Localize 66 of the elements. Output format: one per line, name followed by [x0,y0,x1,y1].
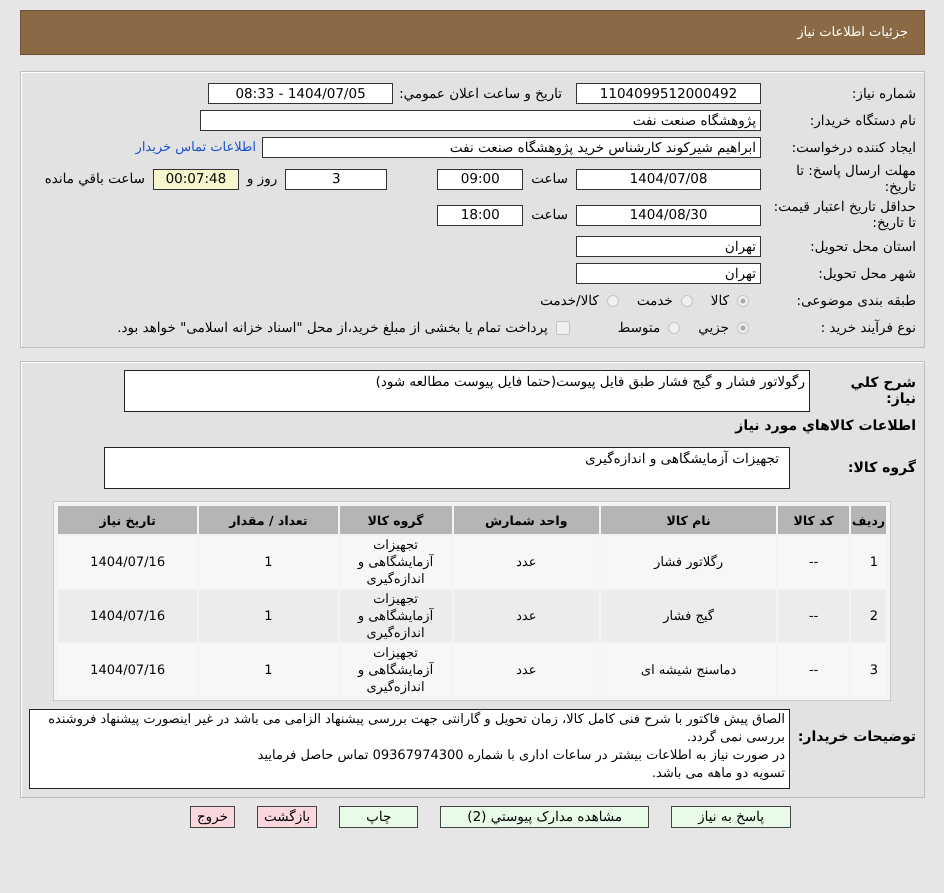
table-cell: گیج فشار [600,590,776,642]
action-button[interactable]: مشاهده مدارک پیوستي (2) [440,806,650,828]
table-cell: -- [778,590,849,642]
contact-link[interactable]: اطلاعات تماس خريدار [136,140,256,155]
action-button[interactable]: چاپ [339,806,418,828]
column-header: گروه کالا [340,506,452,534]
option-label: جزيي [698,320,729,336]
action-button[interactable]: پاسخ به نیاز [671,806,792,828]
table-cell: عدد [454,590,599,642]
field-label: ساعت [531,171,568,187]
column-header: تاریخ نیاز [58,506,198,534]
text-field[interactable]: تهران [576,236,761,257]
column-header: کد کالا [778,506,849,534]
radio-button[interactable] [737,294,749,306]
table-cell: تجهیزات آزمایشگاهی و اندازه‌گیری [340,590,452,642]
field-label: شهر محل تحویل: [817,266,916,282]
time-field[interactable]: 09:00 [437,168,524,190]
field-label: طبقه بندی موضوعی: [796,292,916,308]
radio-button[interactable] [606,294,619,306]
column-header: تعداد / مقدار [199,506,338,534]
field-label: مهلت ارسال پاسخ: تا تاریخ: [795,163,916,195]
field-label: شرح کلي نياز: [850,375,916,407]
field-label: حداقل تاریخ اعتبار قیمت: تا تاریخ: [772,199,916,231]
radio-button[interactable] [680,294,693,306]
option-label: كالا/خدمت [540,292,599,308]
text-field[interactable]: پژوهشگاه صنعت نفت [200,110,761,131]
date-field[interactable]: 1404/07/08 [576,168,761,190]
text-area[interactable]: تجهیزات آزمایشگاهی و اندازه‌گیری [104,447,790,489]
field-label: نوع فرآیند خرید : [820,320,916,336]
action-button[interactable]: خروج [190,806,235,828]
field-label: تاریخ و ساعت اعلان عمومي: [399,86,562,102]
option-label: پرداخت تمام یا بخشی از مبلغ خرید،از محل "اسناد خزانه اسلامی" خواهد بود. [117,320,548,336]
table-cell: 1 [199,590,338,642]
field-label: نام دستگاه خریدار: [808,112,916,128]
text-area[interactable]: الصاق پیش فاکتور با شرح فنی کامل کالا، زمان تحویل و گارانتی جهت بررسی پیشنهاد الزامی می باشد در غیر اینصورت پیشنهاد فروشنده بررسی نمی گردد. در صورت نیاز به اطلاعات بیشتر در ساعات اداری با شماره 09367974300 تماس حاصل فرمایید تسویه دو ماهه می باشد. [29,709,790,789]
countdown-field: 00:07:48 [152,168,239,190]
field-label: شماره نیاز: [850,86,916,102]
table-cell: 2 [851,590,886,642]
text-field[interactable]: 1104099512000492 [576,83,761,104]
time-field[interactable]: 18:00 [437,204,524,226]
field-label: ساعت [531,207,568,223]
option-label: متوسط [618,320,660,336]
checkbox[interactable] [556,320,570,334]
table-cell: 1404/07/16 [58,590,198,642]
column-header: واحد شمارش [454,506,599,534]
date-field[interactable]: 1404/08/30 [576,204,761,226]
field-label: ایجاد کننده درخواست: [790,140,916,156]
days-field: 3 [285,168,388,190]
page-title: جزئیات اطلاعات نیاز [797,25,908,40]
field-label: توضیحات خریدار: [796,729,916,745]
text-field[interactable]: ابراهیم شیرکوند کارشناس خرید پژوهشگاه صنعت نفت [262,137,761,158]
radio-button[interactable] [737,322,749,334]
field-label: گروه کالا: [846,460,916,476]
option-label: خدمت [636,292,673,308]
section-heading: اطلاعات كالاهاي مورد نياز [735,418,916,434]
option-label: كالا [710,292,729,308]
radio-button[interactable] [668,322,680,334]
text-field[interactable]: تهران [576,263,761,284]
field-label: ساعت باقي مانده [44,171,145,187]
field-label: روز و [246,171,278,187]
text-field[interactable]: 1404/07/05 - 08:33 [208,83,394,104]
text-area[interactable]: رگولاتور فشار و گیج فشار طبق فایل پیوست(حتما فایل پیوست مطالعه شود) [124,370,810,412]
column-header: ردیف [851,506,886,534]
field-label: استان محل تحویل: [809,238,916,254]
column-header: نام کالا [600,506,776,534]
action-button[interactable]: بازگشت [257,806,318,828]
